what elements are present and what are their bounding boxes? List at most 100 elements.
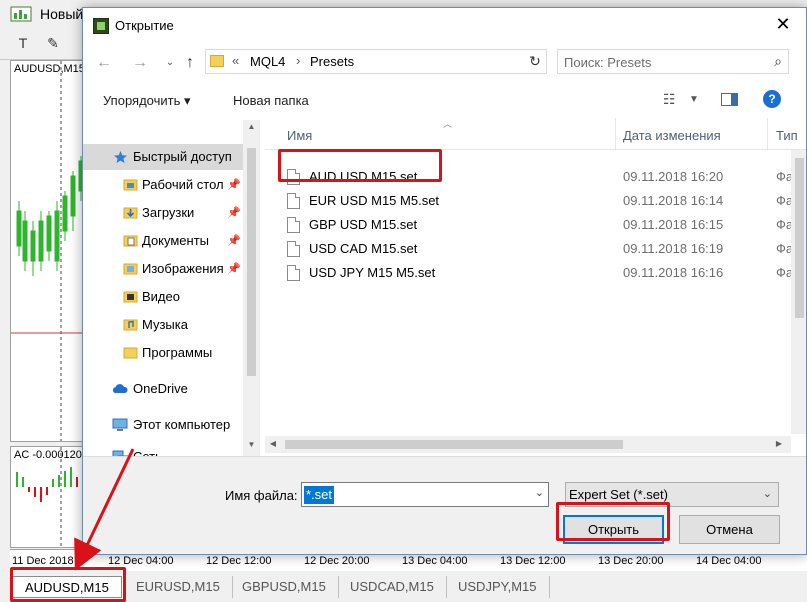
- file-icon: [287, 193, 300, 209]
- nav-item-this-pc[interactable]: Этот компьютер: [83, 412, 243, 438]
- scroll-down-arrow[interactable]: ▼: [243, 440, 260, 449]
- recent-dropdown-icon[interactable]: ⌄: [159, 52, 181, 74]
- nav-label: Загрузки: [142, 205, 195, 220]
- shapes-tool-icon[interactable]: ✎: [44, 34, 62, 52]
- breadcrumb-overflow[interactable]: «: [232, 53, 239, 68]
- chevron-down-icon[interactable]: ⌄: [763, 487, 772, 500]
- file-row[interactable]: GBP USD M15.set 09.11.2018 16:15 Фай: [265, 213, 806, 237]
- forward-arrow-icon[interactable]: →: [129, 52, 151, 74]
- nav-label: Документы: [142, 233, 210, 248]
- nav-item-documents[interactable]: Документы 📌: [83, 228, 243, 254]
- file-type-select[interactable]: Expert Set (*.set) ⌄: [565, 482, 779, 507]
- tab-audusd[interactable]: AUDUSD,M15: [12, 576, 122, 598]
- list-scroll-thumb[interactable]: [795, 158, 804, 318]
- file-icon: [287, 241, 300, 257]
- file-date: 09.11.2018 16:16: [623, 265, 724, 280]
- preview-pane-icon[interactable]: [721, 93, 738, 106]
- nav-item-music[interactable]: Музыка: [83, 312, 243, 338]
- nav-label: Рабочий стол: [142, 177, 224, 192]
- file-name: USD JPY M15 M5.set: [309, 265, 436, 280]
- navigation-bar: ← → ⌄ ↑ « MQL4 › Presets ⌄ ↻ ⌕: [83, 46, 806, 78]
- nav-item-pictures[interactable]: Изображения 📌: [83, 256, 243, 282]
- refresh-icon[interactable]: ↻: [524, 50, 546, 73]
- file-row[interactable]: AUD USD M15.set 09.11.2018 16:20 Фай: [265, 165, 806, 189]
- nav-item-onedrive[interactable]: OneDrive: [83, 376, 243, 402]
- time-tick: 13 Dec 12:00: [500, 555, 566, 567]
- computer-icon: [112, 418, 128, 431]
- address-bar[interactable]: « MQL4 › Presets ⌄ ↻: [205, 49, 646, 74]
- tab-usdcad[interactable]: USDCAD,M15: [338, 576, 447, 598]
- new-chart-icon[interactable]: [10, 5, 32, 23]
- file-date: 09.11.2018 16:20: [623, 169, 724, 184]
- column-type[interactable]: Тип: [776, 128, 798, 143]
- back-arrow-icon[interactable]: ←: [93, 52, 115, 74]
- dialog-titlebar[interactable]: Открытие ✕: [83, 8, 806, 42]
- organize-menu[interactable]: Упорядочить ▾: [103, 93, 191, 109]
- cloud-icon: [112, 384, 128, 393]
- nav-item-programs[interactable]: Программы: [83, 340, 243, 366]
- file-date: 09.11.2018 16:15: [623, 217, 724, 232]
- chevron-down-icon[interactable]: ⌄: [535, 486, 544, 499]
- breadcrumb-separator[interactable]: ›: [296, 53, 300, 68]
- tab-usdjpy[interactable]: USDJPY,M15: [446, 576, 550, 598]
- dialog-title: Открытие: [115, 18, 174, 33]
- pin-icon: 📌: [227, 207, 241, 219]
- help-icon[interactable]: ?: [763, 90, 781, 108]
- nav-label: Быстрый доступ: [133, 149, 232, 164]
- cancel-button[interactable]: Отмена: [679, 515, 780, 544]
- column-name[interactable]: Имя: [287, 128, 312, 143]
- view-options-icon[interactable]: ☷: [663, 91, 676, 108]
- desktop-folder-icon: [123, 179, 138, 191]
- nav-item-downloads[interactable]: Загрузки 📌: [83, 200, 243, 226]
- nav-item-network[interactable]: Сеть: [83, 444, 243, 456]
- close-button[interactable]: ✕: [760, 8, 806, 40]
- symbol-tabs: AUDUSD,M15 EURUSD,M15 GBPUSD,M15 USDCAD,…: [0, 572, 807, 602]
- new-order-button[interactable]: Новый: [40, 6, 83, 22]
- nav-label: Изображения: [142, 261, 224, 276]
- time-tick: 12 Dec 20:00: [304, 555, 370, 567]
- dialog-footer: Имя файла: *.set ⌄ Expert Set (*.set) ⌄ …: [83, 456, 806, 554]
- time-tick: 13 Dec 04:00: [402, 555, 468, 567]
- open-button[interactable]: Открыть: [563, 515, 664, 544]
- nav-item-quick-access[interactable]: Быстрый доступ: [83, 144, 243, 170]
- nav-label: Видео: [142, 289, 180, 304]
- tab-gbpusd[interactable]: GBPUSD,M15: [230, 576, 339, 598]
- file-name: USD CAD M15.set: [309, 241, 418, 256]
- file-row[interactable]: USD CAD M15.set 09.11.2018 16:19 Фай: [265, 237, 806, 261]
- star-icon: [114, 151, 127, 163]
- file-row[interactable]: EUR USD M15 M5.set 09.11.2018 16:14 Фай: [265, 189, 806, 213]
- nav-item-desktop[interactable]: Рабочий стол 📌: [83, 172, 243, 198]
- file-name: GBP USD M15.set: [309, 217, 418, 232]
- up-arrow-icon[interactable]: ↑: [179, 52, 201, 74]
- search-icon[interactable]: ⌕: [774, 53, 782, 70]
- filename-value[interactable]: *.set: [304, 486, 335, 504]
- breadcrumb-presets[interactable]: Presets: [310, 54, 354, 69]
- search-input[interactable]: [564, 53, 754, 71]
- column-divider[interactable]: [767, 118, 768, 150]
- view-dropdown-icon[interactable]: ▼: [689, 94, 699, 105]
- column-date[interactable]: Дата изменения: [623, 128, 721, 143]
- file-name: AUD USD M15.set: [309, 169, 418, 184]
- file-date: 09.11.2018 16:19: [623, 241, 724, 256]
- file-list: Имя ︿ Дата изменения Тип AUD USD M15.set…: [265, 118, 806, 453]
- list-hscroll-thumb[interactable]: [285, 440, 623, 449]
- tab-eurusd[interactable]: EURUSD,M15: [124, 576, 233, 598]
- text-tool-icon[interactable]: T: [14, 34, 32, 52]
- scroll-left-arrow[interactable]: ◀: [267, 439, 279, 448]
- pin-icon: 📌: [227, 179, 241, 191]
- time-tick: 12 Dec 12:00: [206, 555, 272, 567]
- search-box[interactable]: ⌕: [557, 49, 789, 74]
- nav-scroll-thumb[interactable]: [247, 148, 256, 376]
- scroll-up-arrow[interactable]: ▲: [243, 122, 260, 131]
- nav-label: Музыка: [142, 317, 188, 332]
- scroll-right-arrow[interactable]: ▶: [773, 439, 785, 448]
- breadcrumb-mql4[interactable]: MQL4: [250, 54, 285, 69]
- time-tick: 14 Dec 04:00: [696, 555, 762, 567]
- file-row[interactable]: USD JPY M15 M5.set 09.11.2018 16:16 Фай: [265, 261, 806, 285]
- nav-label: Программы: [142, 345, 213, 360]
- column-divider[interactable]: [615, 118, 616, 150]
- nav-item-video[interactable]: Видео: [83, 284, 243, 310]
- nav-label: Этот компьютер: [133, 417, 231, 432]
- filename-input[interactable]: *.set ⌄: [301, 482, 549, 507]
- new-folder-button[interactable]: Новая папка: [233, 93, 309, 108]
